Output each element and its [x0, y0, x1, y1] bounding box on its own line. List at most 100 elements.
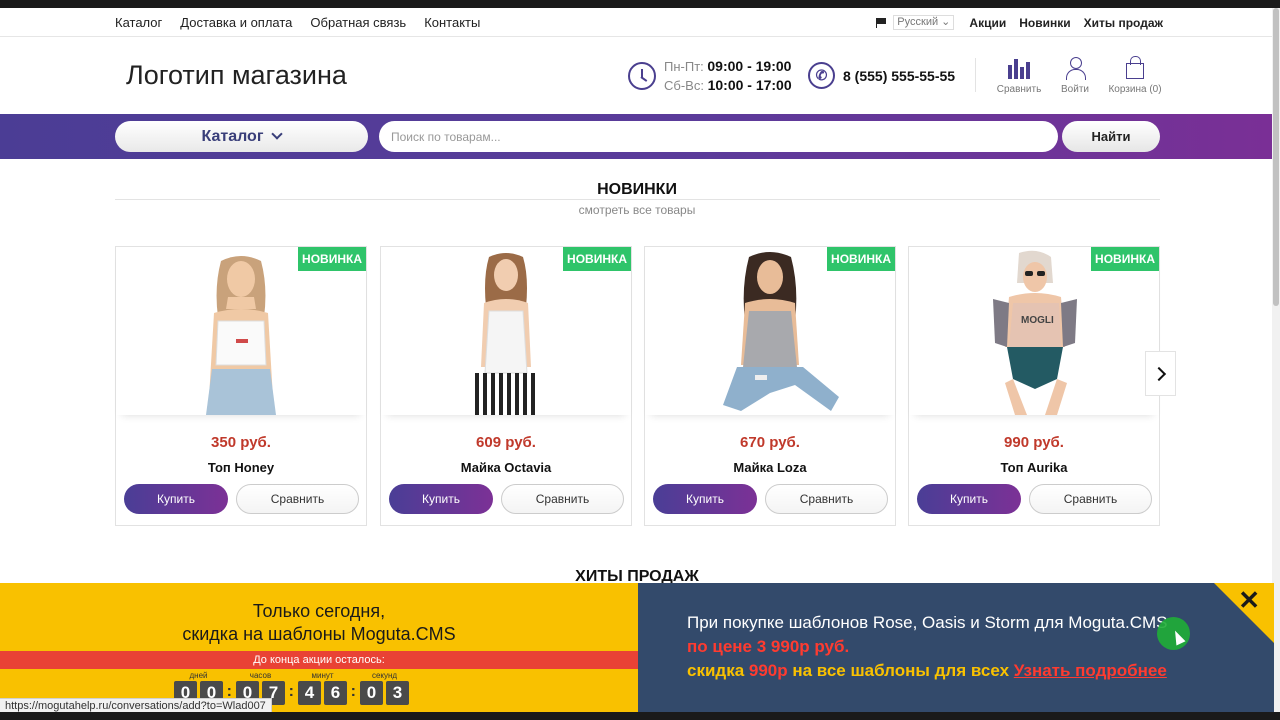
store-logo[interactable]: Логотип магазина [126, 60, 347, 91]
product-card: НОВИНКА 350 руб. Топ Honey Купить Сравни… [115, 246, 367, 526]
close-icon[interactable]: ✕ [1238, 585, 1260, 615]
scrollbar-thumb[interactable] [1273, 8, 1279, 306]
nav-link-feedback[interactable]: Обратная связь [310, 15, 406, 30]
section-divider [115, 199, 1160, 200]
phone-icon: ✆ [808, 62, 835, 89]
promo-discount-text-2: на все шаблоны для всех [787, 661, 1014, 680]
weekend-time: 10:00 - 17:00 [707, 77, 792, 93]
login-link[interactable]: Войти [1045, 55, 1105, 95]
view-all-link[interactable]: смотреть все товары [553, 203, 721, 217]
buy-button[interactable]: Купить [389, 484, 493, 514]
nav-link-bestsellers[interactable]: Хиты продаж [1084, 16, 1163, 30]
catalog-button-label: Каталог [201, 127, 264, 145]
product-image[interactable]: MOGLI [909, 247, 1159, 415]
timer-seconds: секунд 0 3 [360, 671, 409, 705]
promo-discount-amount: 990р [748, 661, 788, 680]
promo-discount-text: скидка [687, 661, 749, 680]
countdown-label: До конца акции осталось: [0, 651, 638, 669]
search-button[interactable]: Найти [1062, 121, 1160, 152]
top-nav-links: Каталог Доставка и оплата Обратная связь… [115, 15, 480, 30]
promo-headline-line2: скидка на шаблоны Moguta.CMS [182, 624, 456, 644]
search-input[interactable] [379, 121, 1058, 152]
product-price: 609 руб. [476, 434, 536, 451]
top-navigation: Каталог Доставка и оплата Обратная связь… [0, 8, 1272, 37]
timer-digit: 0 [360, 681, 383, 705]
buy-button[interactable]: Купить [124, 484, 228, 514]
new-badge: НОВИНКА [298, 247, 366, 271]
nav-link-catalog[interactable]: Каталог [115, 15, 162, 30]
buy-button[interactable]: Купить [917, 484, 1021, 514]
chevron-down-icon [271, 128, 284, 140]
flag-icon [876, 17, 887, 28]
clock-icon [628, 62, 656, 90]
promo-offer-discount: скидка 990р на все шаблоны для всех Узна… [687, 661, 1167, 681]
buy-button[interactable]: Купить [653, 484, 757, 514]
product-price: 670 руб. [740, 434, 800, 451]
timer-digit: 3 [386, 681, 409, 705]
timer-separator: : [288, 683, 294, 700]
promo-banner-left: Только сегодня, скидка на шаблоны Moguta… [0, 583, 638, 712]
compare-button[interactable]: Сравнить [1029, 484, 1152, 514]
site-header: Логотип магазина Пн-Пт: 09:00 - 19:00 Сб… [0, 38, 1272, 114]
header-divider [975, 58, 976, 92]
svg-text:MOGLI: MOGLI [1021, 315, 1054, 326]
product-card: MOGLI НОВИНКА 990 руб. Топ Aurika Купить… [908, 246, 1160, 526]
nav-link-contacts[interactable]: Контакты [424, 15, 480, 30]
product-name[interactable]: Топ Aurika [909, 460, 1159, 475]
timer-hours-label: часов [249, 671, 272, 680]
timer-digit: 6 [324, 681, 347, 705]
cart-label: Корзина (0) [1108, 84, 1162, 95]
nav-link-delivery[interactable]: Доставка и оплата [180, 15, 292, 30]
user-icon [1065, 57, 1086, 80]
compare-button[interactable]: Сравнить [236, 484, 359, 514]
timer-days-label: дней [189, 671, 208, 680]
phone-block[interactable]: ✆ 8 (555) 555-55-55 [808, 62, 955, 89]
product-name[interactable]: Топ Honey [116, 460, 366, 475]
product-card: НОВИНКА 609 руб. Майка Octavia Купить Ср… [380, 246, 632, 526]
new-badge: НОВИНКА [563, 247, 631, 271]
section-title-new: НОВИНКИ [597, 181, 677, 198]
new-badge: НОВИНКА [827, 247, 895, 271]
promo-headline: Только сегодня, скидка на шаблоны Moguta… [0, 600, 638, 646]
cart-icon [1126, 56, 1144, 79]
timer-digit: 4 [298, 681, 321, 705]
promo-headline-line1: Только сегодня, [252, 601, 386, 621]
promo-offer-price: по цене 3 990р руб. [687, 637, 850, 656]
compare-link[interactable]: Сравнить [989, 55, 1049, 95]
carousel-next-button[interactable] [1145, 351, 1176, 396]
compare-label: Сравнить [996, 84, 1042, 95]
product-price: 990 руб. [1004, 434, 1064, 451]
working-hours: Пн-Пт: 09:00 - 19:00 Сб-Вс: 10:00 - 17:0… [628, 57, 792, 95]
weekend-label: Сб-Вс: [664, 78, 704, 93]
product-image[interactable] [116, 247, 366, 415]
phone-number[interactable]: 8 (555) 555-55-55 [843, 68, 955, 84]
promo-offer-text: При покупке шаблонов Rose, Oasis и Storm… [687, 613, 1168, 632]
promo-learn-more-link[interactable]: Узнать подробнее [1014, 661, 1167, 680]
product-image[interactable] [381, 247, 631, 415]
product-image[interactable] [645, 247, 895, 415]
chevron-right-icon [1151, 366, 1166, 381]
window-top-edge [0, 0, 1280, 8]
compare-icon [1008, 59, 1030, 79]
product-name[interactable]: Майка Loza [645, 460, 895, 475]
language-selector[interactable]: Русский ⌄ [876, 15, 955, 30]
timer-separator: : [350, 683, 356, 700]
timer-minutes: минут 4 6 : [298, 671, 356, 705]
nav-link-new[interactable]: Новинки [1019, 16, 1070, 30]
compare-button[interactable]: Сравнить [765, 484, 888, 514]
language-value: Русский [897, 16, 939, 28]
timer-minutes-label: минут [311, 671, 334, 680]
top-nav-right: Русский ⌄ Акции Новинки Хиты продаж [876, 15, 1163, 30]
catalog-dropdown-button[interactable]: Каталог [115, 121, 368, 152]
language-select[interactable]: Русский ⌄ [893, 15, 955, 30]
cart-link[interactable]: Корзина (0) [1105, 55, 1165, 95]
compare-button[interactable]: Сравнить [501, 484, 624, 514]
product-name[interactable]: Майка Octavia [381, 460, 631, 475]
weekdays-label: Пн-Пт: [664, 59, 704, 74]
search-bar: Каталог Найти [0, 114, 1272, 159]
login-label: Войти [1061, 84, 1089, 95]
nav-link-promotions[interactable]: Акции [969, 16, 1006, 30]
hours-text: Пн-Пт: 09:00 - 19:00 Сб-Вс: 10:00 - 17:0… [664, 57, 792, 95]
product-price: 350 руб. [211, 434, 271, 451]
timer-seconds-label: секунд [371, 671, 398, 680]
